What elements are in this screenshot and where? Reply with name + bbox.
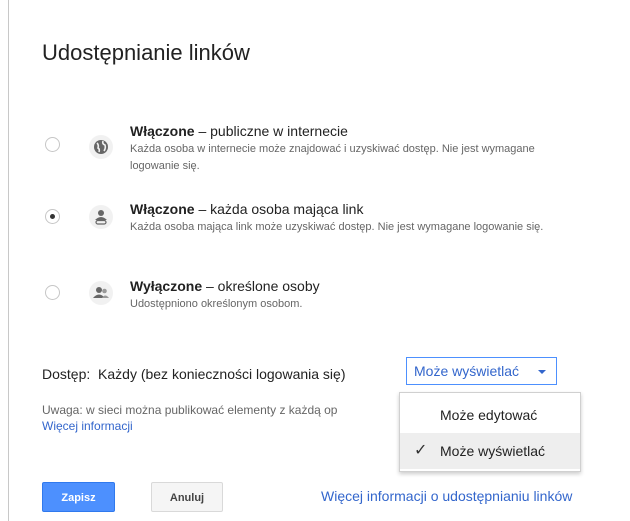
option-specific-people-text: Wyłączone – określone osoby Udostępniono… (130, 278, 570, 313)
publish-note-text: Uwaga: w sieci można publikować elementy… (42, 403, 338, 417)
option-anyone-with-link-description: Każda osoba mająca link może uzyskiwać d… (130, 221, 544, 233)
permission-dropdown-value: Może wyświetlać (414, 363, 520, 379)
radio-specific-people[interactable] (45, 285, 60, 300)
radio-public[interactable] (45, 137, 60, 152)
option-public-text: Włączone – publiczne w internecie Każda … (130, 123, 570, 175)
menu-item-can-view[interactable]: ✓ Może wyświetlać (400, 433, 580, 469)
radio-anyone-with-link[interactable] (45, 209, 60, 224)
cancel-button[interactable]: Anuluj (151, 482, 223, 512)
publish-note: Uwaga: w sieci można publikować elementy… (42, 402, 422, 434)
link-sharing-info-link[interactable]: Więcej informacji o udostępnianiu linków (321, 488, 572, 504)
globe-icon (89, 135, 113, 159)
menu-item-can-edit[interactable]: Może edytować (400, 397, 580, 433)
permission-dropdown[interactable]: Może wyświetlać (406, 357, 557, 385)
menu-item-can-view-label: Może wyświetlać (440, 443, 546, 459)
save-button[interactable]: Zapisz (42, 482, 115, 512)
access-label: Dostęp: Każdy (bez konieczności logowani… (42, 366, 346, 382)
option-public-heading: Włączone – publiczne w internecie (130, 123, 348, 139)
option-anyone-with-link-heading: Włączone – każda osoba mająca link (130, 201, 364, 217)
people-icon (89, 281, 113, 305)
check-icon: ✓ (414, 442, 428, 459)
person-link-icon (89, 205, 113, 229)
more-info-link[interactable]: Więcej informacji (42, 418, 422, 434)
dialog-title: Udostępnianie linków (42, 40, 250, 65)
menu-item-can-edit-label: Może edytować (440, 407, 538, 423)
permission-menu: Może edytować ✓ Może wyświetlać (399, 392, 581, 472)
option-public-description: Każda osoba w internecie może znajdować … (130, 143, 535, 172)
option-specific-people-heading: Wyłączone – określone osoby (130, 278, 320, 294)
option-anyone-with-link-text: Włączone – każda osoba mająca link Każda… (130, 201, 570, 236)
link-sharing-dialog: Udostępnianie linków Włączone – publiczn… (8, 0, 630, 521)
option-specific-people-description: Udostępniono określonym osobom. (130, 298, 303, 310)
chevron-down-icon (538, 370, 546, 374)
